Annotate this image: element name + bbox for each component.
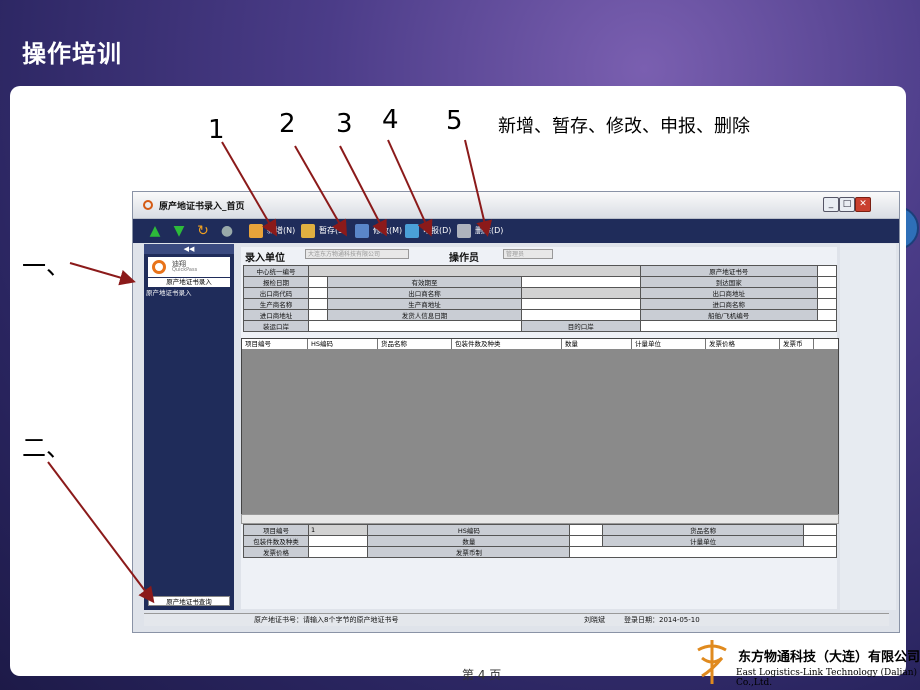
company-logo-icon — [697, 640, 727, 684]
arrow-3 — [339, 145, 387, 237]
arrow-section-1 — [69, 262, 136, 286]
arrow-2 — [294, 145, 347, 237]
arrow-section-2 — [47, 461, 155, 604]
arrow-1 — [221, 141, 278, 237]
company-name-cn: 东方物通科技（大连）有限公司 — [738, 650, 920, 665]
page-number: 第 4 页 — [462, 668, 502, 682]
annotation-arrows — [47, 139, 493, 604]
company-name-en: East Logistics-Link Technology (Dalian) … — [736, 668, 918, 688]
arrow-4 — [387, 139, 433, 237]
arrow-5 — [464, 139, 493, 237]
